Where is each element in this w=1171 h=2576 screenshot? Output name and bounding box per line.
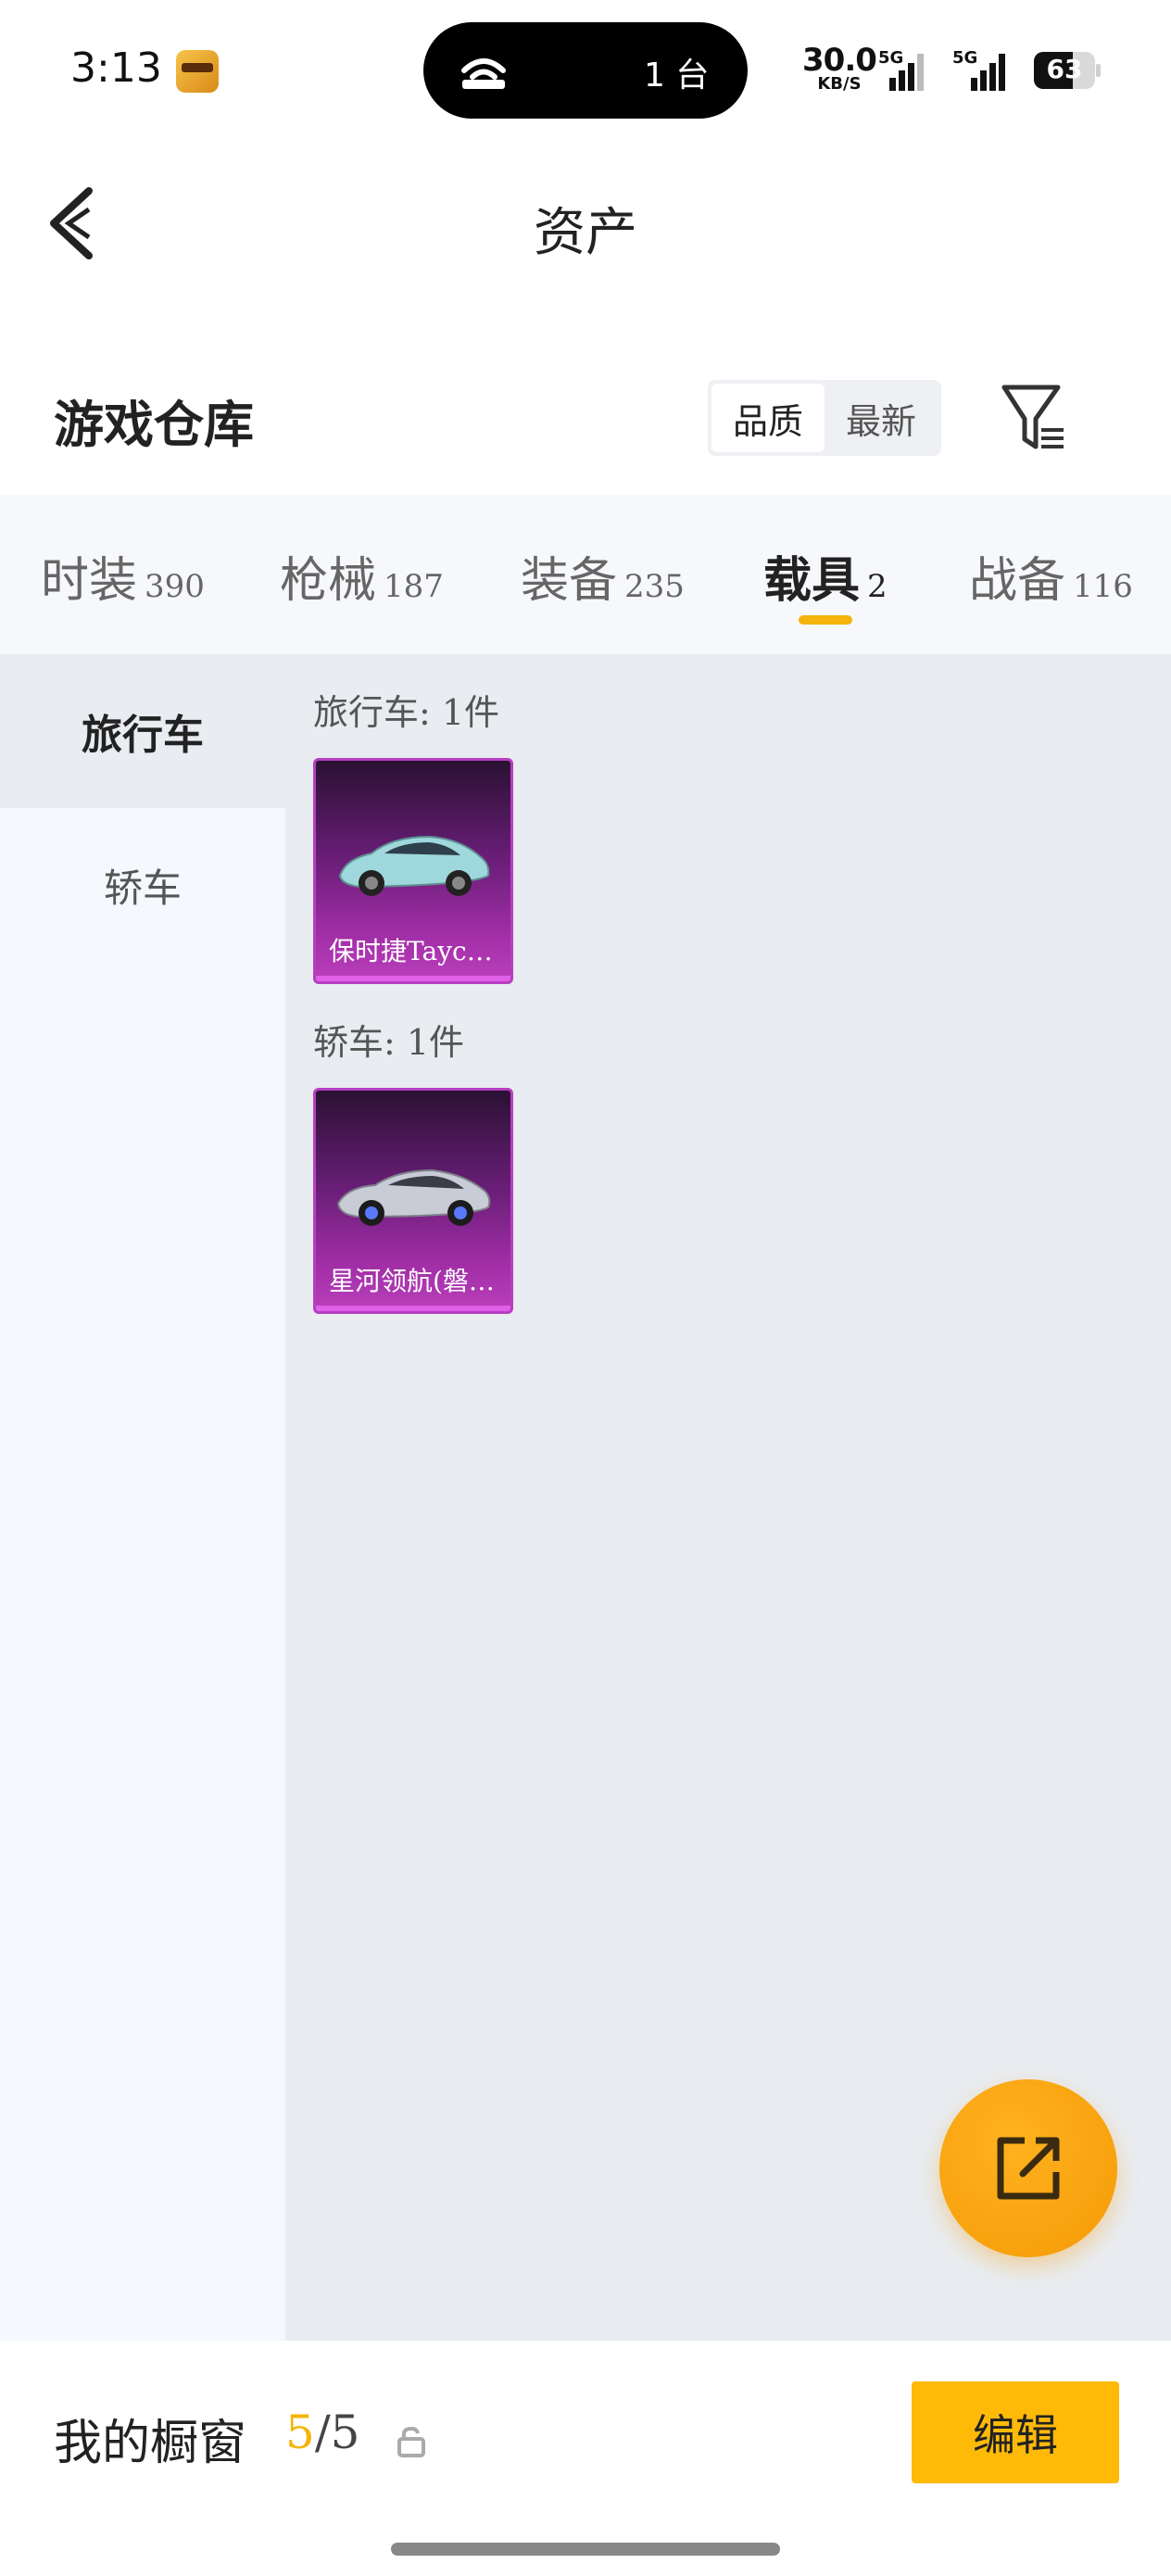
sort-option-quality[interactable]: 品质 [711, 384, 825, 452]
battery-level: 63 [1046, 54, 1083, 84]
bottom-bar: 我的橱窗 5/5 编辑 [0, 2341, 1171, 2576]
showcase-separator: / [314, 2406, 331, 2459]
share-button[interactable] [939, 2079, 1117, 2257]
hotspot-icon [461, 58, 506, 89]
edit-button[interactable]: 编辑 [912, 2381, 1119, 2483]
signal-1-tag: 5G [878, 48, 904, 68]
filter-icon[interactable] [999, 382, 1069, 456]
tab-label: 战备 [969, 553, 1066, 609]
showcase-current: 5 [285, 2406, 315, 2459]
tab-label: 载具 [763, 552, 861, 609]
tab-count: 116 [1073, 568, 1133, 605]
home-indicator[interactable] [391, 2543, 780, 2556]
status-bar: 3:13 1 台 30.0 KB/S 5G 5G 63 [0, 0, 1171, 139]
tab-count: 235 [624, 568, 685, 605]
tab-vehicles[interactable]: 载具 2 [763, 541, 888, 611]
section-label: 轿车: 1件 [313, 1022, 465, 1063]
tab-guns[interactable]: 枪械 187 [280, 541, 444, 611]
page-title: 资产 [534, 203, 637, 263]
showcase-total: 5 [330, 2406, 360, 2459]
item-name: 保时捷Tayca… [329, 936, 509, 966]
network-speed: 30.0 KB/S [802, 42, 877, 93]
car-image [336, 1168, 491, 1226]
active-tab-indicator [799, 615, 852, 625]
car-image [338, 835, 490, 896]
tab-supplies[interactable]: 战备 116 [969, 541, 1133, 611]
item-card[interactable]: 星河领航(磐… [313, 1088, 513, 1314]
sidebar-item-wagon[interactable]: 旅行车 [0, 654, 285, 808]
tab-fashion[interactable]: 时装 390 [41, 541, 205, 611]
showcase-label: 我的橱窗 [54, 2416, 247, 2471]
signal-strength-icon: 5G [878, 48, 934, 91]
subcategory-nav: 旅行车 轿车 [0, 654, 285, 2341]
tab-count: 187 [384, 568, 444, 605]
status-time: 3:13 [70, 44, 162, 92]
sort-option-newest[interactable]: 最新 [825, 384, 938, 452]
showcase-count: 5/5 [285, 2406, 359, 2459]
section-title: 游戏仓库 [54, 395, 254, 454]
tab-label: 枪械 [280, 553, 377, 609]
battery-icon: 63 [1034, 52, 1101, 89]
signal-2-tag: 5G [952, 48, 978, 68]
category-tabs: 时装 390 枪械 187 装备 235 载具 2 战备 116 [0, 495, 1171, 654]
tab-equipment[interactable]: 装备 235 [521, 541, 685, 611]
item-card[interactable]: 保时捷Tayca… [313, 758, 513, 984]
sort-toggle: 品质 最新 [708, 380, 941, 456]
island-label: 1 台 [644, 57, 710, 95]
item-name: 星河领航(磐… [329, 1266, 495, 1296]
network-speed-value: 30.0 [802, 42, 877, 79]
section-label: 旅行车: 1件 [313, 692, 500, 733]
tab-count: 2 [867, 568, 888, 605]
sidebar-item-sedan[interactable]: 轿车 [0, 808, 285, 962]
signal-strength-icon: 5G [952, 48, 1008, 91]
app-notification-icon [176, 50, 219, 93]
unlock-icon[interactable] [397, 2426, 426, 2457]
header: 资产 [0, 139, 1171, 306]
tab-count: 390 [145, 568, 205, 605]
share-external-icon [997, 2137, 1060, 2200]
dynamic-island[interactable]: 1 台 [423, 22, 748, 119]
tab-label: 装备 [521, 553, 618, 609]
tab-label: 时装 [41, 553, 138, 609]
